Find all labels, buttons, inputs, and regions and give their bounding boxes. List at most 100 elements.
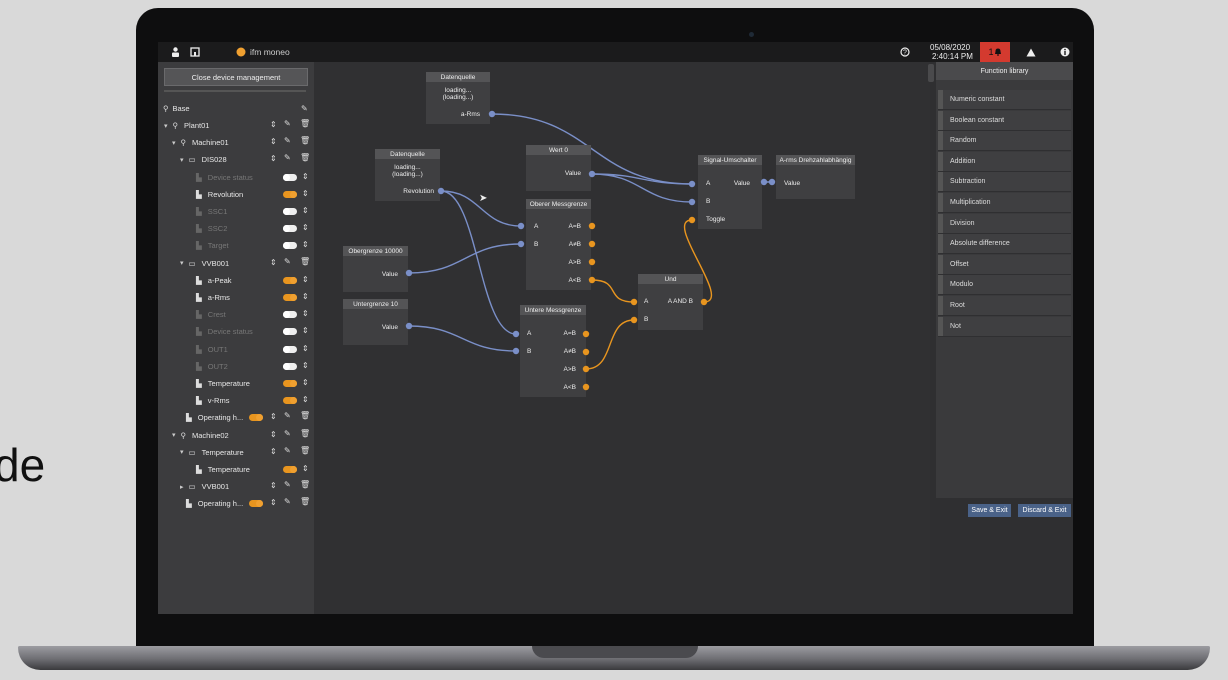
function-library-item[interactable]: Not <box>938 316 1071 337</box>
delete-icon[interactable]: 🗑 <box>300 153 310 162</box>
function-library-item[interactable]: Boolean constant <box>938 110 1071 131</box>
reorder-icon[interactable]: ⇕ <box>302 292 309 301</box>
reorder-icon[interactable]: ⇕ <box>270 154 277 163</box>
function-library-item[interactable]: Numeric constant <box>938 90 1071 110</box>
reorder-icon[interactable]: ⇕ <box>270 137 277 146</box>
drag-handle[interactable] <box>938 151 943 171</box>
function-library-item[interactable]: Modulo <box>938 275 1071 296</box>
visibility-toggle[interactable] <box>283 397 297 405</box>
tree-item[interactable]: ▾ ▭ VVB001 ⇕ ✎ 🗑 <box>158 255 314 272</box>
function-editor-canvas[interactable]: Datenquelle loading... (loading...) a-Rm… <box>314 62 930 614</box>
drag-handle[interactable] <box>938 193 943 212</box>
visibility-toggle[interactable] <box>283 380 297 387</box>
reorder-icon[interactable]: ⇕ <box>270 430 277 439</box>
drag-handle[interactable] <box>938 131 943 151</box>
delete-icon[interactable]: 🗑 <box>300 411 310 420</box>
tree-item[interactable]: ▙ SSC2 ⇕ <box>158 220 314 237</box>
tree-item[interactable]: ▙ Operating h... ⇕ ✎ 🗑 <box>158 409 314 426</box>
visibility-toggle[interactable] <box>283 242 297 250</box>
visibility-toggle[interactable] <box>283 225 297 233</box>
delete-icon[interactable]: 🗑 <box>300 429 310 438</box>
visibility-toggle[interactable] <box>283 294 297 301</box>
function-library-item[interactable]: Subtraction <box>938 172 1071 193</box>
tree-item[interactable]: ▾ ▭ DIS028 ⇕ ✎ 🗑 <box>158 151 314 168</box>
user-icon[interactable] <box>168 42 182 62</box>
edit-icon[interactable]: ✎ <box>284 411 291 420</box>
tree-root-base[interactable]: ⚲ Base ✎ <box>158 100 314 117</box>
tree-item[interactable]: ▙ Device status ⇕ <box>158 169 314 186</box>
function-library-item[interactable]: Division <box>938 213 1071 234</box>
reorder-icon[interactable]: ⇕ <box>302 395 309 404</box>
reorder-icon[interactable]: ⇕ <box>270 120 277 129</box>
drag-handle[interactable] <box>938 110 943 130</box>
expand-caret-icon[interactable]: ▸ <box>180 483 184 491</box>
panel-handle[interactable] <box>928 64 934 82</box>
expand-caret-icon[interactable]: ▾ <box>180 448 184 456</box>
tree-item[interactable]: ▙ OUT1 ⇕ <box>158 341 314 358</box>
expand-caret-icon[interactable]: ▾ <box>172 431 176 439</box>
edit-icon[interactable]: ✎ <box>284 446 291 455</box>
visibility-toggle[interactable] <box>283 276 297 284</box>
tree-item[interactable]: ▙ Revolution ⇕ <box>158 186 314 203</box>
visibility-toggle[interactable] <box>283 362 297 370</box>
node-signal-umschalter[interactable]: Signal-Umschalter A B Toggle Value <box>698 155 762 229</box>
close-device-management-button[interactable]: Close device management <box>164 68 308 86</box>
reorder-icon[interactable]: ⇕ <box>302 464 309 473</box>
tree-item[interactable]: ▾ ⚲ Plant01 ⇕ ✎ 🗑 <box>158 117 314 134</box>
expand-caret-icon[interactable]: ▾ <box>180 156 184 164</box>
warning-icon[interactable] <box>1024 42 1038 62</box>
tree-item[interactable]: ▙ Temperature ⇕ <box>158 461 314 478</box>
node-wert-0[interactable]: Wert 0 Value <box>526 145 591 191</box>
reorder-icon[interactable]: ⇕ <box>270 498 277 507</box>
visibility-toggle[interactable] <box>283 328 297 336</box>
discard-exit-button[interactable]: Discard & Exit <box>1018 504 1071 517</box>
visibility-toggle[interactable] <box>283 208 297 215</box>
expand-caret-icon[interactable]: ▾ <box>180 259 184 267</box>
reorder-icon[interactable]: ⇕ <box>270 412 277 421</box>
help-icon[interactable]: ? <box>898 42 912 62</box>
node-datenquelle-revolution[interactable]: Datenquelle loading... (loading...) Revo… <box>375 149 440 201</box>
tree-item[interactable]: ▙ OUT2 ⇕ <box>158 358 314 375</box>
edit-icon[interactable]: ✎ <box>284 480 291 489</box>
delete-icon[interactable]: 🗑 <box>300 480 310 489</box>
tree-item[interactable]: ▙ Device status ⇕ <box>158 323 314 340</box>
drag-handle[interactable] <box>938 296 943 315</box>
reorder-icon[interactable]: ⇕ <box>270 481 277 490</box>
delete-icon[interactable]: 🗑 <box>300 136 310 145</box>
visibility-toggle[interactable] <box>249 500 263 508</box>
drag-handle[interactable] <box>938 172 943 192</box>
tree-item[interactable]: ▙ Temperature ⇕ <box>158 375 314 392</box>
tree-item[interactable]: ▙ Crest ⇕ <box>158 306 314 323</box>
node-datenquelle-arms[interactable]: Datenquelle loading... (loading...) a-Rm… <box>426 72 490 124</box>
edit-icon[interactable]: ✎ <box>284 119 291 128</box>
tree-item[interactable]: ▙ v-Rms ⇕ <box>158 392 314 409</box>
visibility-toggle[interactable] <box>283 190 297 198</box>
drag-handle[interactable] <box>938 234 943 254</box>
tree-item[interactable]: ▙ a-Rms ⇕ <box>158 289 314 306</box>
visibility-toggle[interactable] <box>283 466 297 473</box>
visibility-toggle[interactable] <box>283 173 297 181</box>
tree-item[interactable]: ▙ Operating h... ⇕ ✎ 🗑 <box>158 495 314 512</box>
visibility-toggle[interactable] <box>249 414 263 422</box>
delete-icon[interactable]: 🗑 <box>300 446 310 455</box>
save-exit-button[interactable]: Save & Exit <box>968 504 1011 517</box>
tree-item[interactable]: ▾ ⚲ Machine02 ⇕ ✎ 🗑 <box>158 427 314 444</box>
reorder-icon[interactable]: ⇕ <box>302 378 309 387</box>
visibility-toggle[interactable] <box>283 311 297 319</box>
delete-icon[interactable]: 🗑 <box>300 497 310 506</box>
tree-item[interactable]: ▸ ▭ VVB001 ⇕ ✎ 🗑 <box>158 478 314 495</box>
reorder-icon[interactable]: ⇕ <box>302 223 309 232</box>
reorder-icon[interactable]: ⇕ <box>302 275 309 284</box>
reorder-icon[interactable]: ⇕ <box>302 326 309 335</box>
reorder-icon[interactable]: ⇕ <box>302 309 309 318</box>
node-obergrenze[interactable]: Obergrenze 10000 Value <box>343 246 408 292</box>
edit-icon[interactable]: ✎ <box>284 497 291 506</box>
drag-handle[interactable] <box>938 275 943 295</box>
drag-handle[interactable] <box>938 213 943 233</box>
delete-icon[interactable]: 🗑 <box>300 257 310 266</box>
edit-icon[interactable]: ✎ <box>284 136 291 145</box>
edit-icon[interactable]: ✎ <box>284 153 291 162</box>
reorder-icon[interactable]: ⇕ <box>302 240 309 249</box>
function-library-item[interactable]: Random <box>938 131 1071 152</box>
edit-icon[interactable]: ✎ <box>284 429 291 438</box>
